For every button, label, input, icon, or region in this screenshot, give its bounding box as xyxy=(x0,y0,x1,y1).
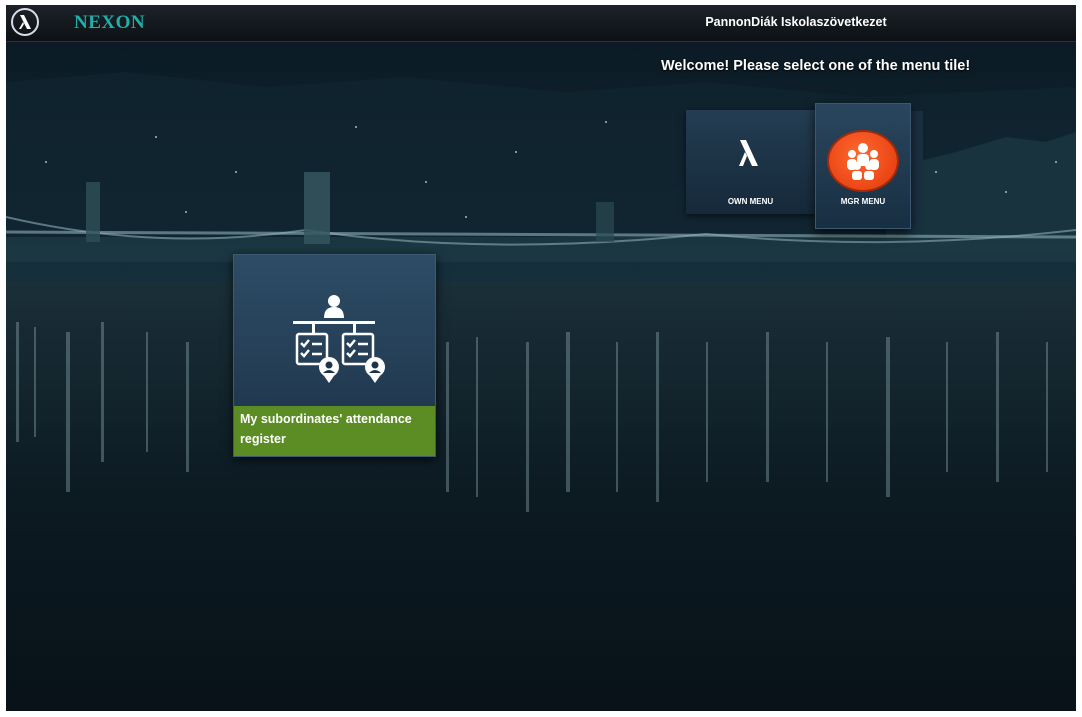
app-window: NEXON PannonDiák Iskolaszövetkezet Welco… xyxy=(6,5,1076,711)
tile-edge xyxy=(911,111,923,219)
mgr-menu-tile[interactable]: MGR MENU xyxy=(815,103,911,229)
attendance-register-tile[interactable]: My subordinates' attendance register xyxy=(233,254,436,457)
attendance-register-label: My subordinates' attendance register xyxy=(234,406,435,456)
welcome-message: Welcome! Please select one of the menu t… xyxy=(661,58,971,74)
group-people-icon xyxy=(829,132,897,190)
top-bar: NEXON PannonDiák Iskolaszövetkezet xyxy=(6,5,1076,42)
own-menu-tile[interactable]: OWN MENU xyxy=(686,110,815,214)
nexon-lambda-icon xyxy=(739,140,758,166)
own-menu-label: OWN MENU xyxy=(727,197,774,206)
company-name: PannonDiák Iskolaszövetkezet xyxy=(705,15,887,29)
subordinates-attendance-icon xyxy=(293,295,385,383)
brand-name: NEXON xyxy=(74,12,146,33)
mgr-menu-label: MGR MENU xyxy=(840,197,886,206)
nexon-lambda-icon[interactable] xyxy=(11,8,39,36)
